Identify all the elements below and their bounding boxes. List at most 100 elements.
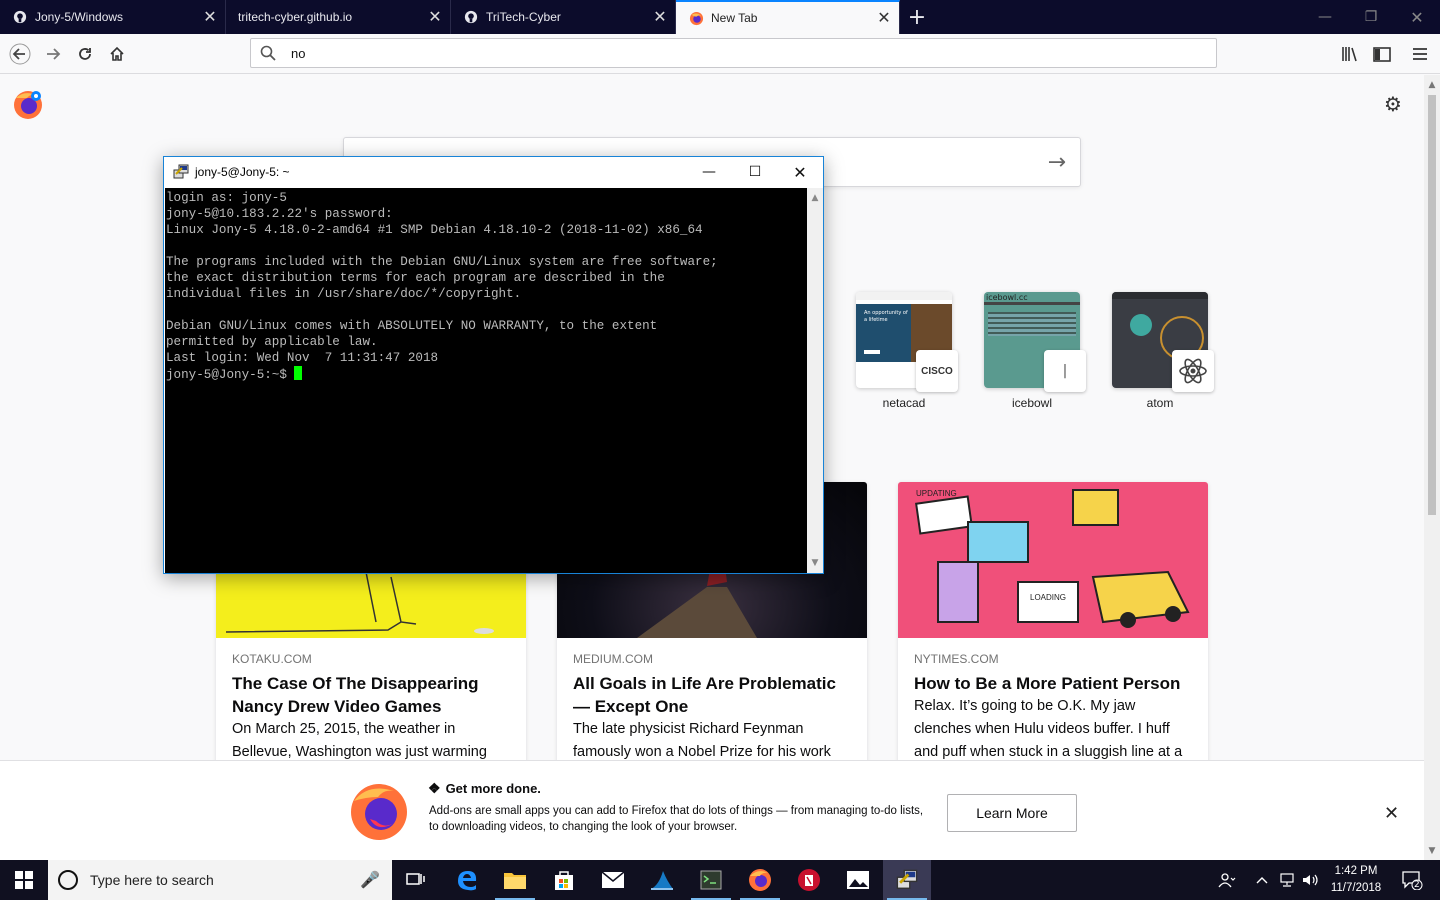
maximize-icon[interactable]: ☐ bbox=[732, 157, 778, 187]
hamburger-menu-icon[interactable] bbox=[1404, 38, 1436, 70]
app-red-icon[interactable] bbox=[785, 860, 833, 900]
taskbar-search-placeholder: Type here to search bbox=[90, 872, 214, 888]
library-icon[interactable] bbox=[1334, 38, 1366, 70]
putty-icon[interactable] bbox=[883, 860, 931, 900]
terminal-line: permitted by applicable law. bbox=[166, 335, 378, 349]
close-icon[interactable]: ✕ bbox=[420, 0, 450, 34]
firefox-logo-icon bbox=[14, 91, 42, 119]
firefox-icon[interactable] bbox=[736, 860, 784, 900]
tab-tritech-cyber-github-io[interactable]: tritech-cyber.github.io ✕ bbox=[226, 0, 451, 34]
taskbar-search-box[interactable]: Type here to search 🎤 bbox=[48, 860, 392, 900]
url-input-value[interactable]: no bbox=[291, 46, 305, 61]
learn-more-button[interactable]: Learn More bbox=[947, 794, 1077, 832]
atom-icon bbox=[1172, 350, 1214, 392]
topsite-thumb-text: An opportunity of a lifetime bbox=[864, 310, 908, 323]
terminal-line: individual files in /usr/share/doc/*/cop… bbox=[166, 287, 522, 301]
restore-icon[interactable]: ❐ bbox=[1348, 0, 1394, 34]
topsite-atom[interactable]: atom bbox=[1112, 292, 1214, 410]
topsite-thumb-text: icebowl.cc bbox=[986, 293, 1028, 302]
banner-title: ❖ Get more done. bbox=[428, 780, 541, 797]
microphone-icon[interactable]: 🎤 bbox=[360, 870, 380, 889]
volume-icon[interactable] bbox=[1300, 860, 1322, 900]
cisco-icon: CISCO bbox=[916, 350, 958, 392]
tab-label: TriTech-Cyber bbox=[486, 10, 561, 24]
home-button[interactable] bbox=[101, 38, 133, 70]
scroll-down-arrow-icon[interactable]: ▼ bbox=[1424, 843, 1440, 859]
edge-icon[interactable] bbox=[443, 860, 491, 900]
back-button[interactable] bbox=[4, 38, 36, 70]
window-close-icon[interactable]: ✕ bbox=[777, 157, 823, 187]
topsite-netacad[interactable]: An opportunity of a lifetime CISCO netac… bbox=[856, 292, 958, 410]
shell-prompt: jony-5@Jony-5:~$ bbox=[166, 368, 295, 382]
start-button[interactable] bbox=[0, 860, 48, 900]
story-description: The late physicist Richard Feynman famou… bbox=[573, 721, 831, 760]
tab-label: Jony-5/Windows bbox=[35, 10, 124, 24]
tab-new-tab[interactable]: New Tab ✕ bbox=[676, 0, 900, 34]
scroll-up-arrow-icon[interactable]: ▲ bbox=[807, 190, 823, 206]
terminal-scrollbar[interactable]: ▲ ▼ bbox=[807, 188, 823, 573]
topsite-label: icebowl bbox=[1011, 396, 1053, 410]
story-title[interactable]: How to Be a More Patient Person bbox=[914, 672, 1194, 695]
tab-tritech-cyber[interactable]: TriTech-Cyber ✕ bbox=[451, 0, 676, 34]
minimize-icon[interactable]: — bbox=[686, 157, 732, 187]
terminal-app-icon[interactable] bbox=[687, 860, 735, 900]
scroll-down-arrow-icon[interactable]: ▼ bbox=[807, 555, 823, 571]
url-bar[interactable]: no bbox=[250, 38, 1217, 68]
notification-count: 2 bbox=[1414, 880, 1420, 890]
story-image: UPDATING LOADING bbox=[898, 482, 1208, 638]
terminal-line: the exact distribution terms for each pr… bbox=[166, 271, 665, 285]
close-icon[interactable]: ✕ bbox=[645, 0, 675, 34]
terminal-line: jony-5@10.183.2.22's password: bbox=[166, 207, 393, 221]
puzzle-piece-icon: ❖ bbox=[428, 780, 441, 796]
action-center-icon[interactable]: 2 bbox=[1395, 860, 1429, 900]
topsite-icebowl[interactable]: icebowl.cc | icebowl bbox=[984, 292, 1086, 410]
store-icon[interactable] bbox=[540, 860, 588, 900]
story-source: KOTAKU.COM bbox=[232, 652, 312, 666]
terminal-line: Linux Jony-5 4.18.0-2-amd64 #1 SMP Debia… bbox=[166, 223, 703, 237]
topsite-label: atom bbox=[1146, 396, 1174, 410]
window-close-icon[interactable]: ✕ bbox=[1394, 0, 1440, 34]
close-icon[interactable]: ✕ bbox=[869, 1, 899, 35]
page-scrollbar[interactable]: ▲ ▼ bbox=[1424, 75, 1440, 860]
terminal-output[interactable]: login as: jony-5 jony-5@10.183.2.22's pas… bbox=[165, 188, 807, 573]
close-icon[interactable]: ✕ bbox=[195, 0, 225, 34]
scrollbar-thumb[interactable] bbox=[1428, 95, 1436, 515]
tab-jony5-windows[interactable]: Jony-5/Windows ✕ bbox=[0, 0, 226, 34]
people-icon[interactable] bbox=[1212, 860, 1242, 900]
task-view-icon[interactable] bbox=[392, 860, 440, 900]
search-icon bbox=[260, 45, 276, 61]
banner-body: Add-ons are small apps you can add to Fi… bbox=[429, 805, 924, 833]
wireshark-icon[interactable] bbox=[638, 860, 686, 900]
banner-title-text: Get more done. bbox=[445, 781, 541, 796]
terminal-prompt-line[interactable]: jony-5@Jony-5:~$ bbox=[166, 366, 807, 383]
tab-strip: Jony-5/Windows ✕ tritech-cyber.github.io… bbox=[0, 0, 1440, 34]
gear-icon[interactable]: ⚙ bbox=[1382, 93, 1404, 115]
story-card-nytimes[interactable]: UPDATING LOADING NYTIMES.COM How to Be a… bbox=[898, 482, 1208, 782]
story-source: NYTIMES.COM bbox=[914, 652, 999, 666]
system-clock[interactable]: 1:42 PM 11/7/2018 bbox=[1320, 863, 1392, 897]
minimize-icon[interactable]: — bbox=[1302, 0, 1348, 34]
mail-icon[interactable] bbox=[589, 860, 637, 900]
photos-icon[interactable] bbox=[834, 860, 882, 900]
sidebar-icon[interactable] bbox=[1366, 38, 1398, 70]
file-explorer-icon[interactable] bbox=[491, 860, 539, 900]
network-icon[interactable] bbox=[1276, 860, 1298, 900]
addons-snippet-banner: ❖ Get more done. Add-ons are small apps … bbox=[0, 760, 1424, 860]
forward-button[interactable] bbox=[37, 38, 69, 70]
scroll-up-arrow-icon[interactable]: ▲ bbox=[1424, 77, 1440, 93]
arrow-right-icon[interactable]: → bbox=[1048, 150, 1066, 175]
windows-taskbar: Type here to search 🎤 1:42 PM 11/7/2018 … bbox=[0, 860, 1440, 900]
reload-button[interactable] bbox=[69, 38, 101, 70]
putty-window[interactable]: jony-5@Jony-5: ~ — ☐ ✕ login as: jony-5 j… bbox=[163, 156, 824, 574]
terminal-line: Debian GNU/Linux comes with ABSOLUTELY N… bbox=[166, 319, 658, 333]
close-icon[interactable]: ✕ bbox=[1384, 803, 1399, 824]
story-title[interactable]: All Goals in Life Are Problematic — Exce… bbox=[573, 672, 853, 718]
new-tab-button[interactable]: + bbox=[900, 0, 934, 34]
terminal-line: login as: jony-5 bbox=[166, 191, 287, 205]
chevron-up-icon[interactable] bbox=[1252, 860, 1272, 900]
story-title[interactable]: The Case Of The Disappearing Nancy Drew … bbox=[232, 672, 512, 718]
putty-title-bar[interactable]: jony-5@Jony-5: ~ — ☐ ✕ bbox=[164, 157, 823, 187]
icebowl-favicon-icon: | bbox=[1044, 350, 1086, 392]
